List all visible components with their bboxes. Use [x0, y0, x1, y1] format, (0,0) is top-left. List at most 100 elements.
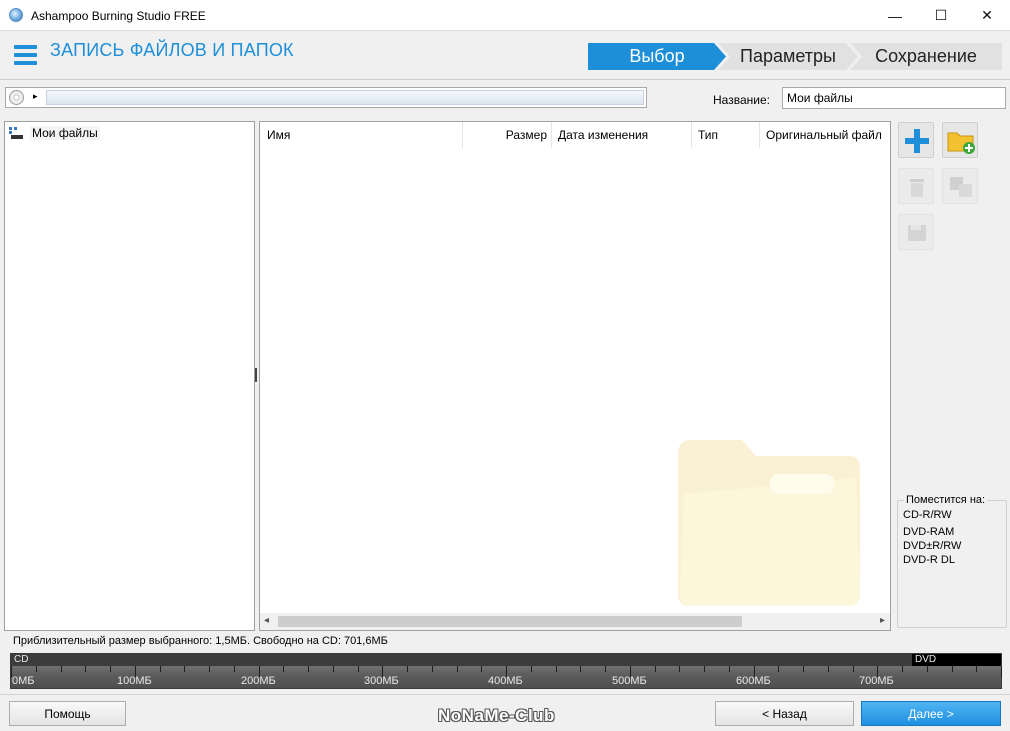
- close-button[interactable]: ✕: [964, 0, 1010, 31]
- size-info: Приблизительный размер выбранного: 1,5МБ…: [13, 635, 388, 647]
- fits-on-item: CD-R/RW: [903, 509, 952, 521]
- brand-watermark: NoNaMe-Club: [438, 706, 555, 725]
- gauge-tick: [531, 666, 532, 672]
- step-select[interactable]: Выбор: [588, 43, 726, 70]
- delete-button[interactable]: [898, 168, 934, 204]
- gauge-tick: [803, 666, 804, 672]
- step-parameters[interactable]: Параметры: [718, 43, 858, 70]
- column-original[interactable]: Оригинальный файл: [766, 122, 890, 148]
- column-size[interactable]: Размер: [463, 122, 552, 148]
- panel-splitter[interactable]: [255, 368, 257, 382]
- gauge-tick: [704, 666, 705, 672]
- path-breadcrumb[interactable]: ▸: [5, 87, 647, 108]
- gauge-tick: [580, 666, 581, 672]
- rename-icon: [950, 177, 972, 197]
- wizard-steps: Выбор Параметры Сохранение: [588, 43, 1002, 70]
- page-title: ЗАПИСЬ ФАЙЛОВ И ПАПОК: [50, 40, 294, 60]
- fits-on-item: DVD-RAM: [903, 526, 955, 538]
- gauge-tick: [36, 666, 37, 672]
- gauge-tick: [655, 666, 656, 672]
- capacity-gauge: CD DVD 0МБ 100МБ 200МБ 300МБ 400МБ 500МБ 600МБ…: [10, 653, 1002, 689]
- gauge-tick: [432, 666, 433, 672]
- gauge-tick: [481, 666, 482, 672]
- gauge-tick: [209, 666, 210, 672]
- column-date[interactable]: Дата изменения: [558, 122, 692, 148]
- gauge-tick-label: 400МБ: [488, 675, 523, 687]
- app-icon: [9, 8, 23, 22]
- gauge-tick-label: 600МБ: [736, 675, 771, 687]
- gauge-tick: [976, 666, 977, 672]
- compilation-icon: [9, 126, 23, 139]
- gauge-tick: [85, 666, 86, 672]
- folder-watermark-icon: [678, 440, 860, 606]
- gauge-tick: [605, 666, 606, 672]
- bottom-bar: Помощь NoNaMe-Club < Назад Далее >: [0, 694, 1010, 731]
- gauge-tick: [927, 666, 928, 672]
- save-list-button[interactable]: [898, 214, 934, 250]
- gauge-tick: [853, 666, 854, 672]
- gauge-tick-label: 100МБ: [117, 675, 152, 687]
- step-save[interactable]: Сохранение: [850, 43, 1002, 70]
- add-folder-icon: [947, 132, 975, 154]
- file-list[interactable]: Имя Размер Дата изменения Тип Оригинальн…: [259, 121, 891, 631]
- column-type[interactable]: Тип: [698, 122, 760, 148]
- next-button[interactable]: Далее >: [861, 701, 1001, 726]
- gauge-tick: [283, 666, 284, 672]
- gauge-tick: [358, 666, 359, 672]
- gauge-tick: [902, 666, 903, 672]
- gauge-tick: [308, 666, 309, 672]
- tree-node-root[interactable]: Мои файлы: [9, 124, 100, 141]
- gauge-tick: [778, 666, 779, 672]
- gauge-tick: [184, 666, 185, 672]
- fits-on-item: DVD-R DL: [903, 554, 955, 566]
- gauge-tick-label: 300МБ: [364, 675, 399, 687]
- scroll-right-icon[interactable]: ▸: [880, 615, 885, 626]
- back-button[interactable]: < Назад: [715, 701, 854, 726]
- add-icon: [905, 129, 929, 153]
- menu-icon[interactable]: [14, 45, 37, 65]
- gauge-tick-label: 500МБ: [612, 675, 647, 687]
- save-icon: [908, 225, 926, 241]
- path-field[interactable]: [46, 90, 644, 105]
- folder-tree[interactable]: Мои файлы: [4, 121, 255, 631]
- gauge-tick: [160, 666, 161, 672]
- add-folder-button[interactable]: [942, 122, 978, 158]
- help-button[interactable]: Помощь: [9, 701, 126, 726]
- gauge-tick: [407, 666, 408, 672]
- gauge-tick-label: 0МБ: [12, 675, 35, 687]
- gauge-tick-label: 700МБ: [859, 675, 894, 687]
- gauge-tick: [234, 666, 235, 672]
- tree-node-label: Мои файлы: [30, 125, 100, 140]
- cd-band: [11, 654, 912, 666]
- gauge-tick: [679, 666, 680, 672]
- name-label: Название:: [713, 93, 770, 107]
- delete-icon: [910, 179, 924, 197]
- gauge-tick: [952, 666, 953, 672]
- fits-on-title: Поместится на:: [904, 494, 988, 506]
- breadcrumb-arrow-icon[interactable]: ▸: [33, 91, 38, 102]
- scroll-thumb[interactable]: [278, 616, 742, 627]
- dvd-band-label: DVD: [915, 654, 937, 665]
- page-header: ЗАПИСЬ ФАЙЛОВ И ПАПОК Выбор Параметры Со…: [0, 31, 1010, 80]
- rename-button[interactable]: [942, 168, 978, 204]
- add-files-button[interactable]: [898, 122, 934, 158]
- window-title: Ashampoo Burning Studio FREE: [31, 9, 206, 23]
- gauge-tick: [729, 666, 730, 672]
- column-name[interactable]: Имя: [267, 122, 463, 148]
- gauge-tick: [457, 666, 458, 672]
- disc-icon: [9, 90, 24, 105]
- gauge-tick: [333, 666, 334, 672]
- horizontal-scrollbar[interactable]: ◂ ▸: [260, 613, 890, 630]
- name-input[interactable]: [782, 87, 1006, 109]
- gauge-tick: [1001, 666, 1002, 677]
- cd-band-label: CD: [14, 654, 29, 665]
- minimize-button[interactable]: —: [872, 0, 918, 31]
- gauge-tick: [61, 666, 62, 672]
- scroll-left-icon[interactable]: ◂: [264, 615, 269, 626]
- window-titlebar: Ashampoo Burning Studio FREE — ☐ ✕: [0, 0, 1010, 31]
- maximize-button[interactable]: ☐: [918, 0, 964, 31]
- fits-on-panel: Поместится на: CD-R/RW DVD-RAM DVD±R/RW …: [897, 494, 1007, 628]
- gauge-tick-label: 200МБ: [241, 675, 276, 687]
- gauge-tick: [828, 666, 829, 672]
- fits-on-item: DVD±R/RW: [903, 540, 962, 552]
